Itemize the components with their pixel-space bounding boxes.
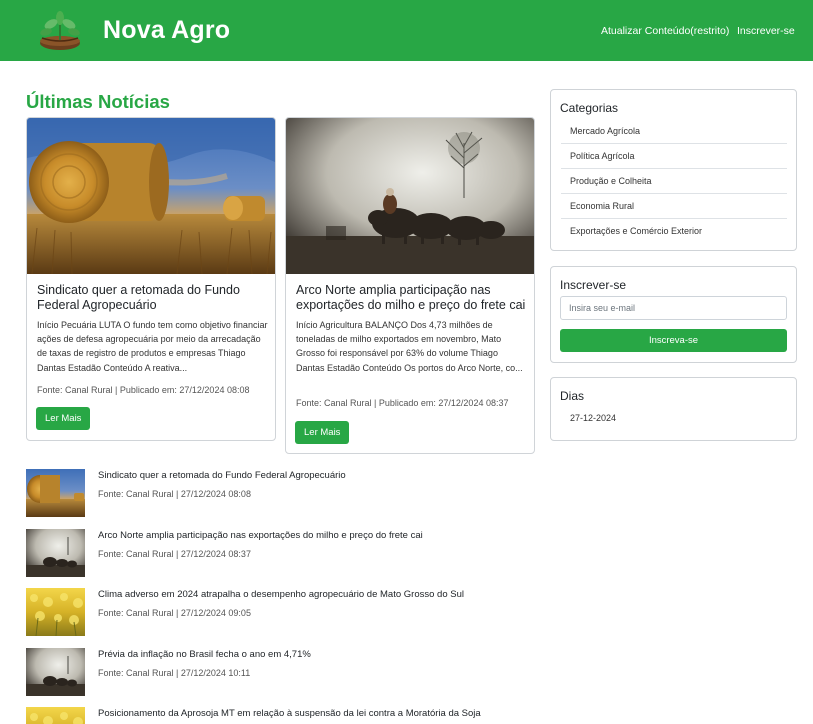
subscribe-panel: Inscrever-se Inscreva-se — [550, 266, 797, 363]
list-item[interactable]: Sindicato quer a retomada do Fundo Feder… — [26, 469, 526, 517]
list-item[interactable]: Prévia da inflação no Brasil fecha o ano… — [26, 648, 526, 696]
news-card: Arco Norte amplia participação nas expor… — [285, 117, 535, 454]
hay-thumbnail — [26, 469, 85, 517]
card-title[interactable]: Arco Norte amplia participação nas expor… — [296, 283, 528, 313]
list-item[interactable]: Arco Norte amplia participação nas expor… — [26, 529, 526, 577]
category-item-economia-rural[interactable]: Economia Rural — [561, 194, 787, 219]
navbar: Nova Agro Atualizar Conteúdo(restrito) I… — [0, 0, 813, 61]
read-more-button[interactable]: Ler Mais — [36, 407, 91, 430]
list-item[interactable]: Clima adverso em 2024 atrapalha o desemp… — [26, 588, 526, 636]
category-item-producao-colheita[interactable]: Produção e Colheita — [561, 169, 787, 194]
card-meta: Fonte: Canal Rural | Publicado em: 27/12… — [296, 398, 509, 408]
buffalo-thumbnail — [26, 529, 85, 577]
category-item-politica-agricola[interactable]: Política Agrícola — [561, 144, 787, 169]
category-item-exportacoes[interactable]: Exportações e Comércio Exterior — [561, 219, 787, 244]
card-title[interactable]: Sindicato quer a retomada do Fundo Feder… — [37, 283, 269, 313]
email-field[interactable] — [560, 296, 787, 320]
list-item-title[interactable]: Arco Norte amplia participação nas expor… — [98, 530, 423, 541]
list-item-title[interactable]: Prévia da inflação no Brasil fecha o ano… — [98, 649, 311, 660]
list-item-title[interactable]: Sindicato quer a retomada do Fundo Feder… — [98, 470, 346, 481]
categories-title: Categorias — [560, 101, 619, 115]
crops-thumbnail — [26, 588, 85, 636]
list-item[interactable]: Posicionamento da Aprosoja MT em relação… — [26, 707, 526, 724]
list-item-title[interactable]: Posicionamento da Aprosoja MT em relação… — [98, 708, 481, 719]
crops-thumbnail — [26, 707, 85, 724]
list-item-meta: Fonte: Canal Rural | 27/12/2024 08:37 — [98, 549, 251, 559]
subscribe-button[interactable]: Inscreva-se — [560, 329, 787, 352]
subscribe-title: Inscrever-se — [560, 278, 627, 292]
list-item-title[interactable]: Clima adverso em 2024 atrapalha o desemp… — [98, 589, 464, 600]
nav-link-subscribe[interactable]: Inscrever-se — [737, 25, 795, 37]
news-card: Sindicato quer a retomada do Fundo Feder… — [26, 117, 276, 441]
categories-panel: Categorias Mercado Agrícola Política Agr… — [550, 89, 797, 251]
category-item-mercado-agricola[interactable]: Mercado Agrícola — [561, 119, 787, 144]
plant-logo-icon[interactable] — [30, 10, 90, 52]
list-item-meta: Fonte: Canal Rural | 27/12/2024 10:11 — [98, 668, 251, 678]
brand-name[interactable]: Nova Agro — [103, 16, 230, 45]
card-text: Início Agricultura BALANÇO Dos 4,73 milh… — [296, 320, 523, 373]
hay-bales-image — [27, 118, 275, 274]
read-more-button[interactable]: Ler Mais — [295, 421, 350, 444]
buffalo-herd-image — [286, 118, 534, 274]
list-item-meta: Fonte: Canal Rural | 27/12/2024 09:05 — [98, 608, 251, 618]
day-link[interactable]: 27-12-2024 — [570, 413, 616, 423]
days-panel: Dias 27-12-2024 — [550, 377, 797, 441]
buffalo-thumbnail — [26, 648, 85, 696]
section-title-latest-news: Últimas Notícias — [26, 91, 170, 112]
card-meta: Fonte: Canal Rural | Publicado em: 27/12… — [37, 385, 250, 395]
days-title: Dias — [560, 389, 585, 403]
list-item-meta: Fonte: Canal Rural | 27/12/2024 08:08 — [98, 489, 251, 499]
nav-link-update-content[interactable]: Atualizar Conteúdo(restrito) — [601, 25, 729, 37]
card-text: Início Pecuária LUTA O fundo tem como ob… — [37, 320, 268, 373]
